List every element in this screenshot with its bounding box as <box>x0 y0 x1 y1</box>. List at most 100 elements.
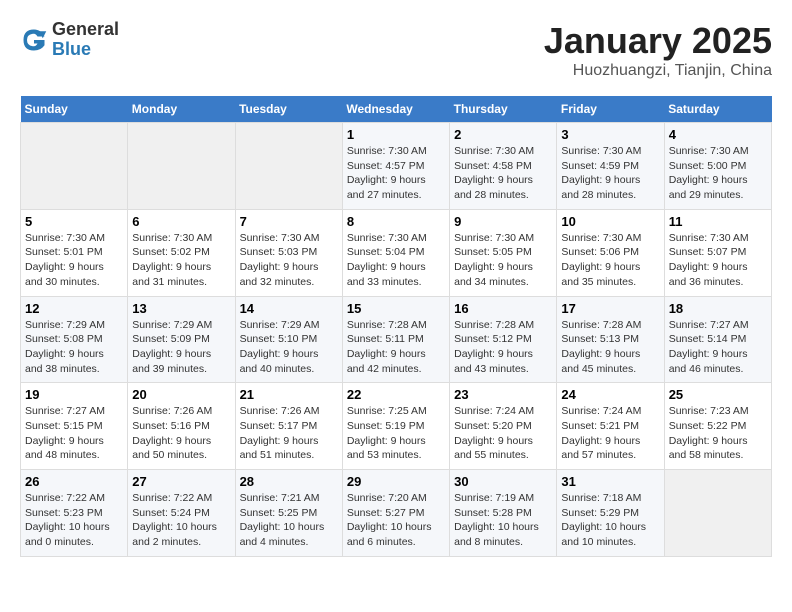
weekday-header-saturday: Saturday <box>664 96 771 123</box>
calendar-subtitle: Huozhuangzi, Tianjin, China <box>544 62 772 80</box>
weekday-header-friday: Friday <box>557 96 664 123</box>
calendar-cell: 22 Sunrise: 7:25 AM Sunset: 5:19 PM Dayli… <box>342 383 449 470</box>
calendar-cell: 25 Sunrise: 7:23 AM Sunset: 5:22 PM Dayli… <box>664 383 771 470</box>
day-number: 14 <box>240 301 338 316</box>
day-info: Sunrise: 7:25 AM Sunset: 5:19 PM Dayligh… <box>347 404 445 463</box>
day-number: 3 <box>561 127 659 142</box>
day-info: Sunrise: 7:29 AM Sunset: 5:09 PM Dayligh… <box>132 318 230 377</box>
day-number: 7 <box>240 214 338 229</box>
day-number: 13 <box>132 301 230 316</box>
day-info: Sunrise: 7:23 AM Sunset: 5:22 PM Dayligh… <box>669 404 767 463</box>
day-number: 15 <box>347 301 445 316</box>
logo: General Blue <box>20 20 119 60</box>
day-number: 2 <box>454 127 552 142</box>
calendar-cell: 30 Sunrise: 7:19 AM Sunset: 5:28 PM Dayli… <box>450 470 557 557</box>
calendar-cell: 2 Sunrise: 7:30 AM Sunset: 4:58 PM Daylig… <box>450 123 557 210</box>
day-number: 28 <box>240 474 338 489</box>
day-info: Sunrise: 7:22 AM Sunset: 5:23 PM Dayligh… <box>25 491 123 550</box>
day-number: 20 <box>132 387 230 402</box>
day-number: 18 <box>669 301 767 316</box>
calendar-cell: 18 Sunrise: 7:27 AM Sunset: 5:14 PM Dayli… <box>664 296 771 383</box>
calendar-table: SundayMondayTuesdayWednesdayThursdayFrid… <box>20 96 772 557</box>
day-number: 12 <box>25 301 123 316</box>
calendar-cell <box>21 123 128 210</box>
day-info: Sunrise: 7:30 AM Sunset: 4:59 PM Dayligh… <box>561 144 659 203</box>
day-info: Sunrise: 7:30 AM Sunset: 5:03 PM Dayligh… <box>240 231 338 290</box>
day-info: Sunrise: 7:18 AM Sunset: 5:29 PM Dayligh… <box>561 491 659 550</box>
logo-icon <box>20 26 48 54</box>
day-info: Sunrise: 7:27 AM Sunset: 5:15 PM Dayligh… <box>25 404 123 463</box>
calendar-week-row: 12 Sunrise: 7:29 AM Sunset: 5:08 PM Dayli… <box>21 296 772 383</box>
day-number: 23 <box>454 387 552 402</box>
day-number: 22 <box>347 387 445 402</box>
day-info: Sunrise: 7:28 AM Sunset: 5:13 PM Dayligh… <box>561 318 659 377</box>
day-number: 21 <box>240 387 338 402</box>
weekday-header-monday: Monday <box>128 96 235 123</box>
calendar-week-row: 19 Sunrise: 7:27 AM Sunset: 5:15 PM Dayli… <box>21 383 772 470</box>
calendar-cell: 13 Sunrise: 7:29 AM Sunset: 5:09 PM Dayli… <box>128 296 235 383</box>
calendar-cell: 12 Sunrise: 7:29 AM Sunset: 5:08 PM Dayli… <box>21 296 128 383</box>
day-info: Sunrise: 7:22 AM Sunset: 5:24 PM Dayligh… <box>132 491 230 550</box>
day-number: 19 <box>25 387 123 402</box>
page-header: General Blue January 2025 Huozhuangzi, T… <box>20 20 772 80</box>
weekday-header-row: SundayMondayTuesdayWednesdayThursdayFrid… <box>21 96 772 123</box>
day-info: Sunrise: 7:30 AM Sunset: 5:00 PM Dayligh… <box>669 144 767 203</box>
calendar-cell <box>235 123 342 210</box>
logo-blue-text: Blue <box>52 39 91 59</box>
calendar-cell: 28 Sunrise: 7:21 AM Sunset: 5:25 PM Dayli… <box>235 470 342 557</box>
calendar-cell: 14 Sunrise: 7:29 AM Sunset: 5:10 PM Dayli… <box>235 296 342 383</box>
calendar-cell: 27 Sunrise: 7:22 AM Sunset: 5:24 PM Dayli… <box>128 470 235 557</box>
weekday-header-tuesday: Tuesday <box>235 96 342 123</box>
day-number: 8 <box>347 214 445 229</box>
day-info: Sunrise: 7:27 AM Sunset: 5:14 PM Dayligh… <box>669 318 767 377</box>
calendar-cell: 26Sunrise: 7:22 AM Sunset: 5:23 PM Dayli… <box>21 470 128 557</box>
day-number: 24 <box>561 387 659 402</box>
day-number: 4 <box>669 127 767 142</box>
calendar-cell: 29Sunrise: 7:20 AM Sunset: 5:27 PM Dayli… <box>342 470 449 557</box>
day-info: Sunrise: 7:24 AM Sunset: 5:20 PM Dayligh… <box>454 404 552 463</box>
day-info: Sunrise: 7:26 AM Sunset: 5:17 PM Dayligh… <box>240 404 338 463</box>
day-number: 1 <box>347 127 445 142</box>
calendar-cell: 20 Sunrise: 7:26 AM Sunset: 5:16 PM Dayli… <box>128 383 235 470</box>
day-number: 27 <box>132 474 230 489</box>
day-number: 31 <box>561 474 659 489</box>
day-number: 17 <box>561 301 659 316</box>
day-number: 5 <box>25 214 123 229</box>
day-info: Sunrise: 7:30 AM Sunset: 5:06 PM Dayligh… <box>561 231 659 290</box>
day-info: Sunrise: 7:30 AM Sunset: 4:57 PM Dayligh… <box>347 144 445 203</box>
day-info: Sunrise: 7:24 AM Sunset: 5:21 PM Dayligh… <box>561 404 659 463</box>
day-info: Sunrise: 7:30 AM Sunset: 5:04 PM Dayligh… <box>347 231 445 290</box>
day-info: Sunrise: 7:28 AM Sunset: 5:11 PM Dayligh… <box>347 318 445 377</box>
calendar-cell: 16Sunrise: 7:28 AM Sunset: 5:12 PM Dayli… <box>450 296 557 383</box>
day-number: 10 <box>561 214 659 229</box>
calendar-cell: 24 Sunrise: 7:24 AM Sunset: 5:21 PM Dayli… <box>557 383 664 470</box>
calendar-cell: 6Sunrise: 7:30 AM Sunset: 5:02 PM Daylig… <box>128 209 235 296</box>
day-number: 25 <box>669 387 767 402</box>
calendar-cell: 9 Sunrise: 7:30 AM Sunset: 5:05 PM Daylig… <box>450 209 557 296</box>
day-info: Sunrise: 7:21 AM Sunset: 5:25 PM Dayligh… <box>240 491 338 550</box>
day-info: Sunrise: 7:30 AM Sunset: 5:05 PM Dayligh… <box>454 231 552 290</box>
calendar-title: January 2025 <box>544 20 772 62</box>
day-number: 30 <box>454 474 552 489</box>
day-number: 29 <box>347 474 445 489</box>
day-number: 9 <box>454 214 552 229</box>
logo-general-text: General <box>52 19 119 39</box>
day-number: 6 <box>132 214 230 229</box>
calendar-cell: 5 Sunrise: 7:30 AM Sunset: 5:01 PM Daylig… <box>21 209 128 296</box>
day-info: Sunrise: 7:26 AM Sunset: 5:16 PM Dayligh… <box>132 404 230 463</box>
calendar-cell: 1 Sunrise: 7:30 AM Sunset: 4:57 PM Daylig… <box>342 123 449 210</box>
calendar-cell: 11Sunrise: 7:30 AM Sunset: 5:07 PM Dayli… <box>664 209 771 296</box>
calendar-cell: 21 Sunrise: 7:26 AM Sunset: 5:17 PM Dayli… <box>235 383 342 470</box>
day-info: Sunrise: 7:19 AM Sunset: 5:28 PM Dayligh… <box>454 491 552 550</box>
day-info: Sunrise: 7:30 AM Sunset: 5:01 PM Dayligh… <box>25 231 123 290</box>
calendar-cell: 4 Sunrise: 7:30 AM Sunset: 5:00 PM Daylig… <box>664 123 771 210</box>
day-info: Sunrise: 7:29 AM Sunset: 5:08 PM Dayligh… <box>25 318 123 377</box>
day-info: Sunrise: 7:30 AM Sunset: 4:58 PM Dayligh… <box>454 144 552 203</box>
calendar-cell: 3 Sunrise: 7:30 AM Sunset: 4:59 PM Daylig… <box>557 123 664 210</box>
day-info: Sunrise: 7:29 AM Sunset: 5:10 PM Dayligh… <box>240 318 338 377</box>
calendar-cell: 8 Sunrise: 7:30 AM Sunset: 5:04 PM Daylig… <box>342 209 449 296</box>
calendar-cell <box>128 123 235 210</box>
calendar-cell: 19 Sunrise: 7:27 AM Sunset: 5:15 PM Dayli… <box>21 383 128 470</box>
weekday-header-sunday: Sunday <box>21 96 128 123</box>
calendar-cell: 17 Sunrise: 7:28 AM Sunset: 5:13 PM Dayli… <box>557 296 664 383</box>
